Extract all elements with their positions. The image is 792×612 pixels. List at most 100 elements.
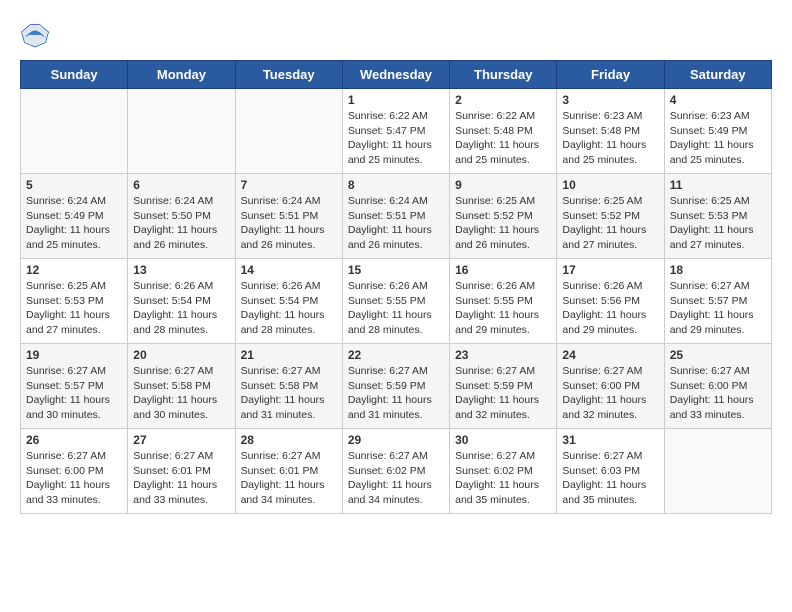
sunrise-text: Sunrise: 6:26 AM — [562, 280, 642, 292]
daylight-text: Daylight: 11 hours and 25 minutes. — [670, 139, 754, 166]
daylight-text: Daylight: 11 hours and 33 minutes. — [670, 394, 754, 421]
sunset-text: Sunset: 5:51 PM — [348, 210, 426, 222]
day-number: 11 — [670, 178, 766, 192]
sunrise-text: Sunrise: 6:25 AM — [455, 195, 535, 207]
sunrise-text: Sunrise: 6:24 AM — [348, 195, 428, 207]
sunset-text: Sunset: 5:50 PM — [133, 210, 211, 222]
day-number: 14 — [241, 263, 337, 277]
calendar-cell: 12 Sunrise: 6:25 AM Sunset: 5:53 PM Dayl… — [21, 259, 128, 344]
day-number: 20 — [133, 348, 229, 362]
day-number: 15 — [348, 263, 444, 277]
daylight-text: Daylight: 11 hours and 29 minutes. — [455, 309, 539, 336]
sunset-text: Sunset: 5:55 PM — [348, 295, 426, 307]
daylight-text: Daylight: 11 hours and 35 minutes. — [562, 479, 646, 506]
day-number: 30 — [455, 433, 551, 447]
calendar-cell — [21, 89, 128, 174]
daylight-text: Daylight: 11 hours and 34 minutes. — [241, 479, 325, 506]
sunrise-text: Sunrise: 6:27 AM — [133, 450, 213, 462]
day-number: 26 — [26, 433, 122, 447]
day-number: 22 — [348, 348, 444, 362]
daylight-text: Daylight: 11 hours and 28 minutes. — [241, 309, 325, 336]
sunrise-text: Sunrise: 6:26 AM — [133, 280, 213, 292]
sunset-text: Sunset: 5:49 PM — [670, 125, 748, 137]
sunrise-text: Sunrise: 6:27 AM — [26, 365, 106, 377]
calendar-cell: 4 Sunrise: 6:23 AM Sunset: 5:49 PM Dayli… — [664, 89, 771, 174]
day-info: Sunrise: 6:27 AM Sunset: 6:01 PM Dayligh… — [241, 449, 337, 508]
week-row-5: 26 Sunrise: 6:27 AM Sunset: 6:00 PM Dayl… — [21, 429, 772, 514]
day-number: 3 — [562, 93, 658, 107]
day-info: Sunrise: 6:27 AM Sunset: 6:03 PM Dayligh… — [562, 449, 658, 508]
calendar-cell: 23 Sunrise: 6:27 AM Sunset: 5:59 PM Dayl… — [450, 344, 557, 429]
day-info: Sunrise: 6:22 AM Sunset: 5:48 PM Dayligh… — [455, 109, 551, 168]
calendar-cell — [664, 429, 771, 514]
day-number: 18 — [670, 263, 766, 277]
sunset-text: Sunset: 5:53 PM — [670, 210, 748, 222]
day-number: 1 — [348, 93, 444, 107]
daylight-text: Daylight: 11 hours and 33 minutes. — [133, 479, 217, 506]
calendar-cell: 24 Sunrise: 6:27 AM Sunset: 6:00 PM Dayl… — [557, 344, 664, 429]
sunset-text: Sunset: 5:53 PM — [26, 295, 104, 307]
week-row-4: 19 Sunrise: 6:27 AM Sunset: 5:57 PM Dayl… — [21, 344, 772, 429]
sunset-text: Sunset: 5:51 PM — [241, 210, 319, 222]
header-day-friday: Friday — [557, 61, 664, 89]
sunset-text: Sunset: 5:54 PM — [241, 295, 319, 307]
sunrise-text: Sunrise: 6:24 AM — [26, 195, 106, 207]
calendar-cell: 8 Sunrise: 6:24 AM Sunset: 5:51 PM Dayli… — [342, 174, 449, 259]
sunset-text: Sunset: 5:49 PM — [26, 210, 104, 222]
logo — [20, 20, 54, 50]
daylight-text: Daylight: 11 hours and 26 minutes. — [133, 224, 217, 251]
calendar-header: SundayMondayTuesdayWednesdayThursdayFrid… — [21, 61, 772, 89]
calendar-cell: 10 Sunrise: 6:25 AM Sunset: 5:52 PM Dayl… — [557, 174, 664, 259]
daylight-text: Daylight: 11 hours and 27 minutes. — [670, 224, 754, 251]
daylight-text: Daylight: 11 hours and 35 minutes. — [455, 479, 539, 506]
day-info: Sunrise: 6:25 AM Sunset: 5:53 PM Dayligh… — [670, 194, 766, 253]
sunrise-text: Sunrise: 6:27 AM — [670, 365, 750, 377]
sunrise-text: Sunrise: 6:24 AM — [133, 195, 213, 207]
day-info: Sunrise: 6:27 AM Sunset: 6:00 PM Dayligh… — [670, 364, 766, 423]
daylight-text: Daylight: 11 hours and 27 minutes. — [26, 309, 110, 336]
day-number: 13 — [133, 263, 229, 277]
sunrise-text: Sunrise: 6:27 AM — [455, 450, 535, 462]
calendar-cell: 9 Sunrise: 6:25 AM Sunset: 5:52 PM Dayli… — [450, 174, 557, 259]
daylight-text: Daylight: 11 hours and 34 minutes. — [348, 479, 432, 506]
calendar-table: SundayMondayTuesdayWednesdayThursdayFrid… — [20, 60, 772, 514]
sunset-text: Sunset: 5:52 PM — [562, 210, 640, 222]
day-number: 24 — [562, 348, 658, 362]
daylight-text: Daylight: 11 hours and 29 minutes. — [670, 309, 754, 336]
daylight-text: Daylight: 11 hours and 25 minutes. — [455, 139, 539, 166]
day-number: 5 — [26, 178, 122, 192]
sunrise-text: Sunrise: 6:27 AM — [562, 365, 642, 377]
day-info: Sunrise: 6:25 AM Sunset: 5:52 PM Dayligh… — [562, 194, 658, 253]
day-info: Sunrise: 6:24 AM Sunset: 5:51 PM Dayligh… — [241, 194, 337, 253]
daylight-text: Daylight: 11 hours and 25 minutes. — [562, 139, 646, 166]
day-info: Sunrise: 6:27 AM Sunset: 6:02 PM Dayligh… — [348, 449, 444, 508]
sunrise-text: Sunrise: 6:27 AM — [241, 450, 321, 462]
day-number: 9 — [455, 178, 551, 192]
sunset-text: Sunset: 6:01 PM — [241, 465, 319, 477]
day-info: Sunrise: 6:27 AM Sunset: 6:00 PM Dayligh… — [562, 364, 658, 423]
calendar-cell: 5 Sunrise: 6:24 AM Sunset: 5:49 PM Dayli… — [21, 174, 128, 259]
sunset-text: Sunset: 5:48 PM — [455, 125, 533, 137]
day-info: Sunrise: 6:27 AM Sunset: 5:58 PM Dayligh… — [241, 364, 337, 423]
sunrise-text: Sunrise: 6:24 AM — [241, 195, 321, 207]
sunset-text: Sunset: 5:57 PM — [670, 295, 748, 307]
day-number: 19 — [26, 348, 122, 362]
calendar-cell: 16 Sunrise: 6:26 AM Sunset: 5:55 PM Dayl… — [450, 259, 557, 344]
calendar-cell: 3 Sunrise: 6:23 AM Sunset: 5:48 PM Dayli… — [557, 89, 664, 174]
logo-icon — [20, 20, 50, 50]
day-info: Sunrise: 6:26 AM Sunset: 5:56 PM Dayligh… — [562, 279, 658, 338]
day-number: 12 — [26, 263, 122, 277]
day-number: 23 — [455, 348, 551, 362]
day-number: 29 — [348, 433, 444, 447]
day-info: Sunrise: 6:26 AM Sunset: 5:55 PM Dayligh… — [455, 279, 551, 338]
calendar-cell: 11 Sunrise: 6:25 AM Sunset: 5:53 PM Dayl… — [664, 174, 771, 259]
calendar-cell: 14 Sunrise: 6:26 AM Sunset: 5:54 PM Dayl… — [235, 259, 342, 344]
sunset-text: Sunset: 5:52 PM — [455, 210, 533, 222]
daylight-text: Daylight: 11 hours and 25 minutes. — [348, 139, 432, 166]
calendar-cell: 28 Sunrise: 6:27 AM Sunset: 6:01 PM Dayl… — [235, 429, 342, 514]
daylight-text: Daylight: 11 hours and 25 minutes. — [26, 224, 110, 251]
calendar-cell: 26 Sunrise: 6:27 AM Sunset: 6:00 PM Dayl… — [21, 429, 128, 514]
sunset-text: Sunset: 6:02 PM — [348, 465, 426, 477]
header-day-monday: Monday — [128, 61, 235, 89]
calendar-cell: 27 Sunrise: 6:27 AM Sunset: 6:01 PM Dayl… — [128, 429, 235, 514]
